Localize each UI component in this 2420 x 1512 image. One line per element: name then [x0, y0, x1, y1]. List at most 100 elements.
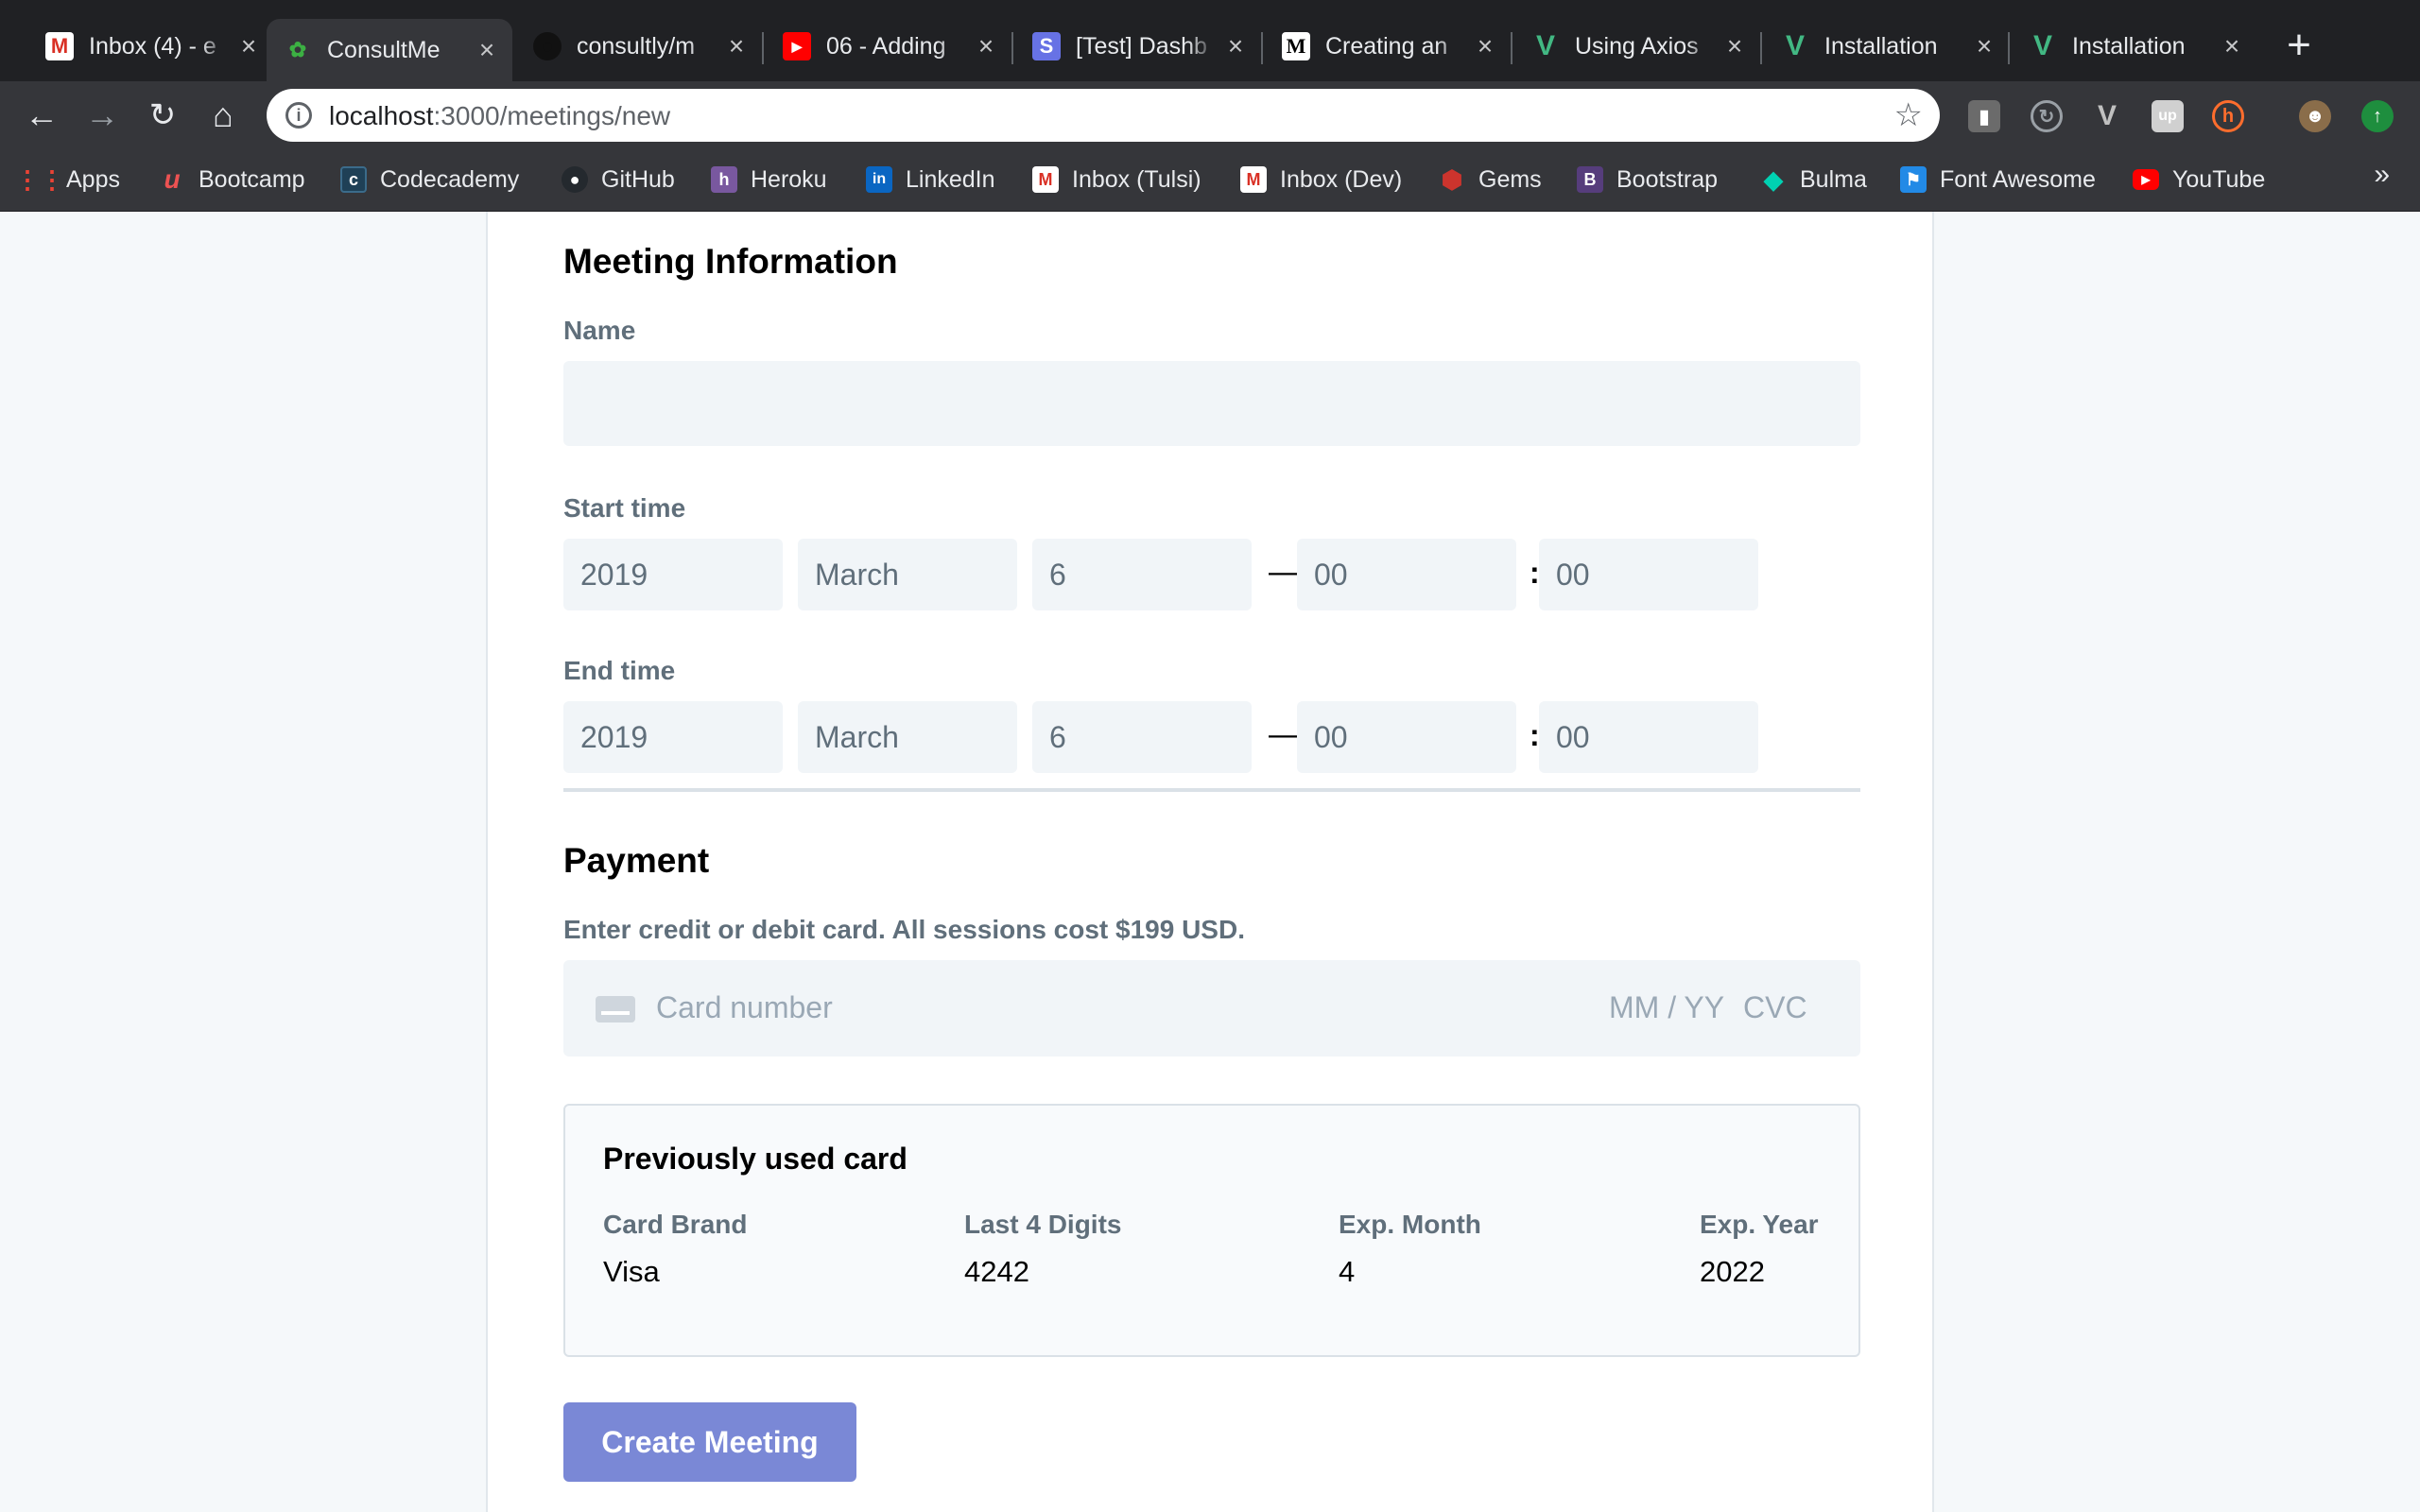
- name-label: Name: [563, 316, 636, 345]
- meeting-form-card: Meeting Information Name Start time 2019…: [486, 212, 1934, 1512]
- close-icon[interactable]: ×: [2220, 31, 2244, 60]
- card-expiry-field[interactable]: MM / YY: [1609, 990, 1724, 1025]
- bookmark-label: YouTube: [2172, 165, 2266, 193]
- card-cvc-field[interactable]: CVC: [1743, 990, 1807, 1025]
- upwork-extension-icon[interactable]: up: [2152, 100, 2184, 132]
- end-month-select[interactable]: March: [798, 701, 1017, 773]
- bookmark-label: Inbox (Dev): [1280, 165, 1403, 193]
- profile-avatar[interactable]: ☻: [2299, 100, 2331, 132]
- tab-separator: [1261, 32, 1263, 64]
- time-dash: —: [1269, 554, 1301, 590]
- bookmark-gems[interactable]: ⬢ Gems: [1439, 161, 1542, 198]
- create-meeting-button[interactable]: Create Meeting: [563, 1402, 856, 1482]
- page-content: Meeting Information Name Start time 2019…: [0, 212, 2420, 1512]
- bookmark-github[interactable]: ● GitHub: [562, 161, 675, 198]
- tab-title: ConsultMe: [327, 36, 441, 63]
- reload-icon[interactable]: ↻: [140, 93, 185, 138]
- vue-icon: V: [2032, 30, 2052, 61]
- name-input[interactable]: [563, 361, 1860, 446]
- bookmark-bootstrap[interactable]: B Bootstrap: [1577, 161, 1718, 198]
- gmail-icon: M: [45, 32, 74, 60]
- address-bar[interactable]: i localhost:3000/meetings/new ☆: [267, 89, 1940, 142]
- tab-separator: [762, 32, 764, 64]
- bookmark-label: Bulma: [1800, 165, 1867, 193]
- bookmark-font-awesome[interactable]: ⚑ Font Awesome: [1900, 161, 2096, 198]
- close-icon[interactable]: ×: [1972, 31, 1996, 60]
- bookmark-heroku[interactable]: h Heroku: [711, 161, 827, 198]
- bookmark-star-icon[interactable]: ☆: [1894, 96, 1923, 134]
- close-icon[interactable]: ×: [1722, 31, 1747, 60]
- tab-title: consultly/m: [577, 32, 696, 60]
- close-icon[interactable]: ×: [1473, 31, 1497, 60]
- end-year-select[interactable]: 2019: [563, 701, 783, 773]
- update-icon[interactable]: ↑: [2361, 100, 2394, 132]
- back-icon[interactable]: ←: [19, 93, 64, 138]
- close-icon[interactable]: ×: [236, 31, 261, 60]
- url-text[interactable]: localhost:3000/meetings/new: [329, 101, 670, 131]
- tab-stripe[interactable]: S [Test] Dashb ×: [1015, 19, 1261, 74]
- close-icon[interactable]: ×: [974, 31, 998, 60]
- more-bookmarks-button[interactable]: »: [2374, 159, 2390, 191]
- gmail-icon: M: [1032, 166, 1059, 193]
- start-day-select[interactable]: 6: [1032, 539, 1252, 610]
- last4-label: Last 4 Digits: [964, 1210, 1122, 1239]
- start-minute-select[interactable]: 00: [1539, 539, 1758, 610]
- tab-separator: [2008, 32, 2010, 64]
- end-minute-select[interactable]: 00: [1539, 701, 1758, 773]
- linkedin-icon: in: [866, 166, 892, 193]
- card-input[interactable]: Card number MM / YY CVC: [563, 960, 1860, 1057]
- bookmark-codecademy[interactable]: c Codecademy: [340, 161, 519, 198]
- tab-medium[interactable]: M Creating an ×: [1265, 19, 1511, 74]
- section-divider: [563, 788, 1860, 792]
- bookmark-youtube[interactable]: ▶ YouTube: [2133, 161, 2265, 198]
- payment-heading: Payment: [563, 841, 710, 880]
- vue-devtools-icon[interactable]: V: [2091, 100, 2123, 132]
- close-icon[interactable]: ×: [475, 35, 499, 64]
- url-host: localhost: [329, 101, 434, 130]
- start-hour-select[interactable]: 00: [1297, 539, 1516, 610]
- bulma-icon: ◆: [1764, 164, 1783, 194]
- end-time-label: End time: [563, 656, 676, 685]
- start-month-select[interactable]: March: [798, 539, 1017, 610]
- youtube-icon: ▶: [783, 32, 811, 60]
- bookmark-bootcamp[interactable]: u Bootcamp: [159, 161, 304, 198]
- exp-year-value: 2022: [1700, 1255, 1765, 1288]
- close-icon[interactable]: ×: [724, 31, 749, 60]
- tab-installation-1[interactable]: V Installation ×: [1764, 19, 2010, 74]
- extension-icon[interactable]: ▮: [1968, 100, 2000, 132]
- tab-title: Installation: [2072, 32, 2186, 60]
- flag-icon: ⚑: [1900, 166, 1927, 193]
- bookmark-linkedin[interactable]: in LinkedIn: [866, 161, 995, 198]
- bookmark-inbox-tulsi[interactable]: M Inbox (Tulsi): [1032, 161, 1201, 198]
- bookmark-apps[interactable]: ⋮⋮ Apps: [15, 161, 120, 198]
- forward-icon[interactable]: →: [79, 93, 125, 138]
- start-year-select[interactable]: 2019: [563, 539, 783, 610]
- bootstrap-icon: B: [1577, 166, 1603, 193]
- tab-youtube[interactable]: ▶ 06 - Adding ×: [766, 19, 1011, 74]
- info-icon[interactable]: i: [285, 102, 312, 129]
- end-hour-select[interactable]: 00: [1297, 701, 1516, 773]
- end-day-select[interactable]: 6: [1032, 701, 1252, 773]
- tab-axios[interactable]: V Using Axios ×: [1514, 19, 1760, 74]
- github-icon: ●: [562, 166, 588, 193]
- bookmark-label: LinkedIn: [906, 165, 995, 193]
- close-icon[interactable]: ×: [1223, 31, 1248, 60]
- heroku-icon: h: [711, 166, 737, 193]
- bookmark-label: GitHub: [601, 165, 675, 193]
- new-tab-button[interactable]: +: [2278, 25, 2320, 68]
- url-path: :3000/meetings/new: [433, 101, 671, 130]
- tab-github[interactable]: ● consultly/m ×: [516, 19, 762, 74]
- tab-consultme[interactable]: ✿ ConsultMe ×: [267, 19, 512, 81]
- bookmark-bulma[interactable]: ◆ Bulma: [1760, 161, 1867, 198]
- bookmark-inbox-dev[interactable]: M Inbox (Dev): [1240, 161, 1402, 198]
- vue-icon: V: [1535, 30, 1555, 61]
- honey-extension-icon[interactable]: h: [2212, 100, 2244, 132]
- github-icon: ●: [533, 32, 562, 60]
- home-icon[interactable]: ⌂: [200, 93, 246, 138]
- sync-extension-icon[interactable]: ↻: [2031, 100, 2063, 132]
- ruby-icon: ⬢: [1441, 164, 1463, 194]
- card-number-field[interactable]: Card number: [656, 990, 833, 1025]
- tab-installation-2[interactable]: V Installation ×: [2012, 19, 2257, 74]
- tab-inbox[interactable]: M Inbox (4) - e ×: [28, 19, 274, 74]
- exp-month-value: 4: [1339, 1255, 1356, 1288]
